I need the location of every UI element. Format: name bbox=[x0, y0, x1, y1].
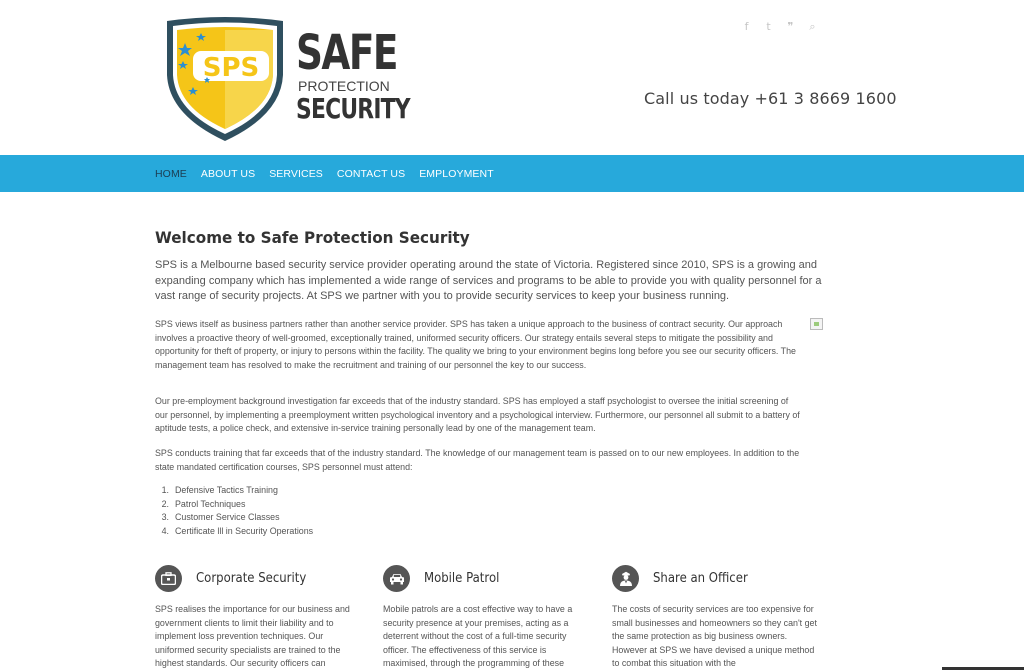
training-list: 1. Defensive Tactics Training 2. Patrol Te… bbox=[155, 484, 314, 538]
list-item: 1. Defensive Tactics Training bbox=[161, 485, 278, 495]
main-nav: HOME ABOUT US SERVICES CONTACT US EMPLOY… bbox=[0, 155, 1024, 192]
briefcase-icon[interactable] bbox=[155, 565, 182, 592]
facebook-icon[interactable]: f bbox=[741, 20, 752, 33]
intro-lead: SPS is a Melbourne based security servic… bbox=[155, 259, 822, 302]
search-icon[interactable]: ⌕ bbox=[807, 20, 818, 33]
paragraph-3: SPS conducts training that far exceeds t… bbox=[155, 448, 800, 472]
feature-title[interactable]: Corporate Security bbox=[196, 571, 306, 586]
officer-icon[interactable] bbox=[612, 565, 639, 592]
feature-title[interactable]: Share an Officer bbox=[653, 571, 748, 586]
nav-about-us[interactable]: ABOUT US bbox=[201, 168, 255, 180]
list-item: 4. Certificate lll in Security Operations bbox=[161, 525, 314, 536]
phone-callout: Call us today +61 3 8669 1600 bbox=[644, 89, 897, 108]
page-title: Welcome to Safe Protection Security bbox=[155, 228, 470, 247]
social-links: f t ❞ ⌕ bbox=[741, 20, 818, 34]
feature-text: The costs of security services are too e… bbox=[612, 604, 817, 669]
logo-safe-text: SAFE bbox=[296, 25, 398, 81]
nav-services[interactable]: SERVICES bbox=[269, 168, 323, 180]
car-icon[interactable] bbox=[383, 565, 410, 592]
list-item: 3. Customer Service Classes bbox=[161, 512, 280, 523]
broken-image-icon bbox=[810, 318, 823, 330]
nav-employment[interactable]: EMPLOYMENT bbox=[419, 168, 494, 180]
paragraph-2: Our pre-employment background investigat… bbox=[155, 396, 800, 434]
site-header: SPS SAFE PROTECTION SECURITY f t ❞ ⌕ Cal… bbox=[0, 0, 1024, 155]
nav-home[interactable]: HOME bbox=[155, 168, 187, 180]
logo-shield-icon[interactable]: SPS bbox=[163, 15, 287, 143]
paragraph-1: SPS views itself as business partners ra… bbox=[155, 319, 796, 370]
twitter-icon[interactable]: t bbox=[763, 20, 774, 33]
feature-text: Mobile patrols are a cost effective way … bbox=[383, 604, 573, 669]
list-item: 2. Patrol Techniques bbox=[161, 498, 246, 509]
rss-icon[interactable]: ❞ bbox=[785, 20, 796, 33]
logo-badge-text: SPS bbox=[203, 53, 260, 83]
feature-title[interactable]: Mobile Patrol bbox=[424, 571, 499, 586]
logo-security-text: SECURITY bbox=[296, 92, 411, 125]
feature-text: SPS realises the importance for our busi… bbox=[155, 604, 350, 669]
nav-contact-us[interactable]: CONTACT US bbox=[337, 168, 405, 180]
logo-wordmark[interactable]: SAFE PROTECTION SECURITY bbox=[296, 25, 411, 125]
